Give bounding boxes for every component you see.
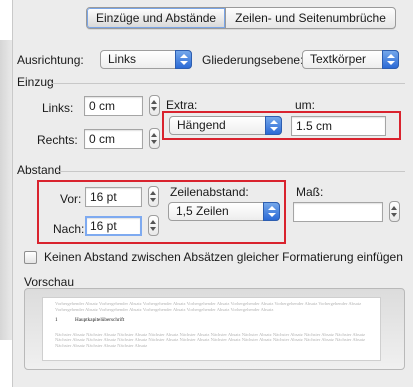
zeilenabstand-popup[interactable]: 1,5 Zeilen [168, 202, 280, 221]
extra-label: Extra: [166, 98, 198, 112]
no-spacing-checkbox[interactable] [24, 251, 37, 264]
vor-field[interactable]: 16 pt [85, 187, 142, 207]
links-stepper[interactable] [149, 95, 160, 116]
gliederungsebene-value: Textkörper [310, 52, 367, 66]
paragraph-dialog: Einzüge und Abstände Zeilen- und Seitenu… [12, 0, 413, 387]
no-spacing-label: Keinen Abstand zwischen Absätzen gleiche… [44, 250, 403, 264]
links-label: Links: [42, 101, 74, 115]
gliederungsebene-popup[interactable]: Textkörper [302, 50, 399, 69]
ausrichtung-label: Ausrichtung: [17, 53, 84, 67]
zeilenabstand-value: 1,5 Zeilen [176, 204, 229, 218]
rechts-label: Rechts: [37, 133, 78, 147]
einzug-section-title: Einzug [17, 75, 54, 89]
rechts-stepper[interactable] [149, 128, 160, 149]
preview-previous-paragraph: Vorhergehender Absatz Vorhergehender Abs… [55, 301, 362, 312]
ausrichtung-popup[interactable]: Links [100, 50, 192, 69]
nach-label: Nach: [53, 222, 85, 236]
nach-stepper[interactable] [148, 215, 159, 236]
mass-stepper[interactable] [389, 201, 400, 222]
zeilenabstand-label: Zeilenabstand: [170, 185, 249, 199]
gliederungsebene-label: Gliederungsebene: [202, 53, 304, 67]
ausrichtung-value: Links [108, 52, 137, 66]
extra-popup[interactable]: Hängend [169, 116, 282, 135]
chevron-updown-icon [175, 50, 192, 69]
um-label: um: [295, 98, 316, 112]
mass-field[interactable] [293, 202, 383, 222]
preview-heading: 1 Hauptkapitelüberschrift [55, 317, 368, 324]
nach-field[interactable]: 16 pt [85, 216, 142, 236]
mass-label: Maß: [296, 185, 324, 199]
chevron-updown-icon [265, 116, 282, 135]
vor-stepper[interactable] [148, 186, 159, 207]
tab-bar: Einzüge und Abstände Zeilen- und Seitenu… [86, 7, 396, 29]
einzug-divider [51, 83, 405, 84]
extra-value: Hängend [177, 118, 226, 132]
preview-heading-text: Hauptkapitelüberschrift [75, 317, 125, 324]
preview-heading-number: 1 [55, 317, 58, 324]
vorschau-title: Vorschau [24, 275, 75, 289]
tab-zeilen-seitenumbrueche[interactable]: Zeilen- und Seitenumbrüche [226, 8, 395, 28]
preview-next-paragraph: Nächster Absatz Nächster Absatz Nächster… [55, 331, 366, 348]
abstand-section-title: Abstand [17, 163, 62, 177]
vor-label: Vor: [60, 192, 82, 206]
preview-page: Vorhergehender Absatz Vorhergehender Abs… [42, 297, 381, 361]
um-field[interactable]: 1.5 cm [291, 116, 386, 136]
abstand-divider [57, 171, 405, 172]
tab-einzuege-abstaende[interactable]: Einzüge und Abstände [87, 8, 227, 28]
chevron-updown-icon [263, 202, 280, 221]
rechts-field[interactable]: 0 cm [84, 129, 143, 149]
chevron-updown-icon [382, 50, 399, 69]
links-field[interactable]: 0 cm [84, 96, 143, 116]
